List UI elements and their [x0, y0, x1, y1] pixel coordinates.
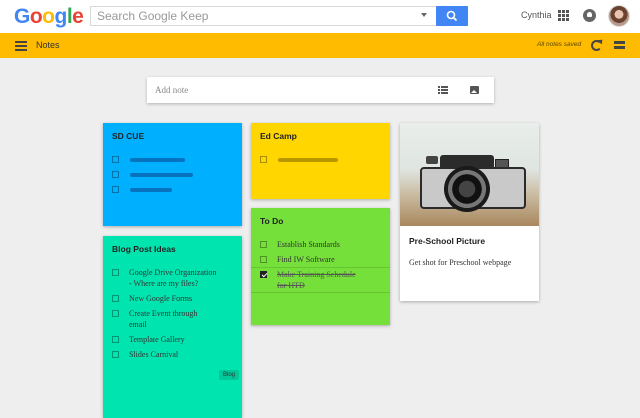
list-view-icon[interactable]	[614, 41, 625, 50]
note-pre-school-picture[interactable]: Pre-School Picture Get shot for Preschoo…	[400, 123, 539, 301]
list-item-text[interactable]: email	[129, 320, 147, 330]
app-bar: Notes All notes saved	[0, 33, 640, 58]
checkbox[interactable]	[260, 256, 267, 263]
logo-letter: o	[29, 5, 43, 28]
list-item-text[interactable]: Google Drive Organization	[129, 268, 216, 278]
divider	[251, 292, 390, 293]
note-title: Blog Post Ideas	[112, 244, 176, 254]
redacted-text	[278, 158, 338, 162]
camera-lens	[444, 166, 490, 212]
list-item-text[interactable]: Establish Standards	[277, 240, 340, 250]
logo-letter: g	[54, 5, 68, 28]
list-item-text[interactable]: Make Training Schedule	[277, 270, 356, 280]
search-button[interactable]	[436, 6, 468, 26]
app-title: Notes	[36, 40, 60, 50]
redacted-text	[130, 188, 172, 192]
camera-photo[interactable]	[400, 123, 539, 226]
avatar[interactable]	[608, 5, 630, 27]
search-box	[90, 6, 468, 26]
search-dropdown-icon[interactable]	[421, 13, 427, 17]
checked-items-divider	[251, 267, 390, 268]
checkbox[interactable]	[112, 186, 119, 193]
logo-letter: o	[42, 5, 55, 28]
logo-letter: G	[14, 5, 30, 28]
note-label-chip[interactable]: Blog	[218, 370, 239, 380]
top-bar: Google Cynthia	[0, 0, 640, 33]
google-logo[interactable]: Google	[14, 5, 84, 29]
notifications-icon[interactable]	[583, 9, 596, 22]
save-status: All notes saved	[537, 41, 582, 48]
checkbox[interactable]	[112, 295, 119, 302]
apps-grid-icon[interactable]	[558, 10, 569, 21]
checkbox[interactable]	[260, 241, 267, 248]
checkbox[interactable]	[112, 156, 119, 163]
note-blog-post-ideas[interactable]: Blog Post Ideas Google Drive Organizatio…	[103, 236, 242, 418]
refresh-icon[interactable]	[591, 40, 602, 51]
note-body: Get shot for Preschool webpage	[409, 258, 512, 267]
checkbox-checked[interactable]	[260, 271, 267, 278]
checkbox[interactable]	[112, 269, 119, 276]
list-item-text[interactable]: New Google Forms	[129, 294, 192, 304]
list-item-text[interactable]: for HTD	[277, 281, 305, 291]
note-title: Ed Camp	[260, 131, 297, 141]
checkbox[interactable]	[260, 156, 267, 163]
note-to-do[interactable]: To Do Establish Standards Find IW Softwa…	[251, 208, 390, 325]
note-title: To Do	[260, 216, 284, 226]
logo-letter: e	[72, 5, 84, 28]
user-name[interactable]: Cynthia	[521, 10, 552, 20]
hamburger-menu-icon[interactable]	[15, 41, 27, 51]
list-item-text[interactable]: Slides Carnival	[129, 350, 178, 360]
search-icon	[446, 10, 458, 22]
redacted-text	[130, 158, 185, 162]
list-item-text[interactable]: - Where are my files?	[129, 279, 198, 289]
search-input[interactable]	[91, 7, 431, 25]
camera-knob	[426, 156, 438, 164]
note-ed-camp[interactable]: Ed Camp	[251, 123, 390, 199]
note-title: SD CUE	[112, 131, 145, 141]
redacted-text	[130, 173, 193, 177]
add-note-input[interactable]	[155, 83, 415, 97]
checkbox[interactable]	[112, 336, 119, 343]
list-item-text[interactable]: Find IW Software	[277, 255, 335, 265]
checkbox[interactable]	[112, 351, 119, 358]
new-list-icon[interactable]	[438, 86, 448, 94]
checkbox[interactable]	[112, 171, 119, 178]
list-item-text[interactable]: Template Gallery	[129, 335, 185, 345]
list-item-text[interactable]: Create Event through	[129, 309, 197, 319]
new-image-note-icon[interactable]	[470, 86, 479, 94]
note-title: Pre-School Picture	[409, 236, 486, 246]
checkbox[interactable]	[112, 310, 119, 317]
note-sd-cue[interactable]: SD CUE	[103, 123, 242, 226]
